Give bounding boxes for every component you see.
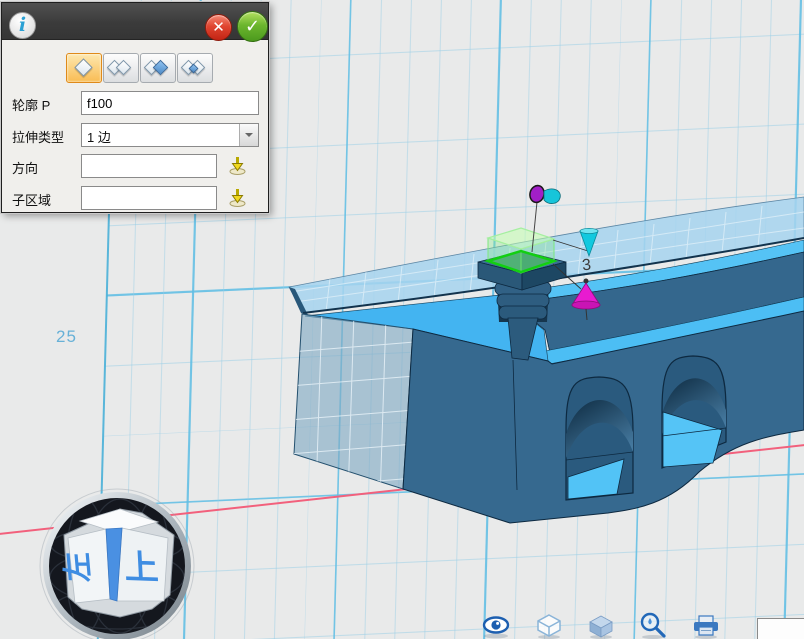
direction-input[interactable] [81, 154, 217, 178]
viewcube-front-label: 上 [123, 549, 159, 588]
chevron-down-icon[interactable] [239, 124, 258, 146]
mode-single-solid-button[interactable] [66, 53, 102, 83]
info-icon[interactable]: i [9, 12, 36, 39]
extrude-type-label: 拉伸类型 [12, 127, 64, 146]
extrude-type-value: 1 边 [87, 127, 111, 146]
pick-arrow-icon [227, 187, 248, 208]
cone-base [572, 301, 600, 309]
zoom-tool-icon[interactable] [638, 612, 668, 639]
pick-arrow-icon [227, 155, 248, 176]
profile-input[interactable] [81, 91, 259, 115]
corner-panel [757, 618, 804, 639]
display-shaded-icon[interactable] [586, 613, 616, 639]
direction-pick-button[interactable] [227, 155, 248, 176]
extrude-distance-label: 3 [581, 257, 592, 275]
dialog-titlebar[interactable]: i ✕ ✓ [2, 3, 268, 40]
subregion-input[interactable] [81, 186, 217, 210]
direction-label: 方向 [12, 158, 38, 177]
direction-row: 方向 [2, 154, 268, 178]
confirm-button[interactable]: ✓ [237, 11, 268, 42]
direction-handle-cyan[interactable] [544, 189, 560, 204]
subregion-row: 子区域 [2, 186, 268, 210]
subregion-label: 子区域 [12, 190, 51, 209]
diamond-icon-blue [153, 60, 169, 76]
boolean-mode-toolbar [66, 53, 213, 83]
mode-solid-inner-button[interactable] [177, 53, 213, 83]
diamond-icon [116, 60, 132, 76]
subregion-pick-button[interactable] [227, 187, 248, 208]
visibility-eye-icon[interactable] [480, 615, 512, 639]
cancel-button[interactable]: ✕ [205, 14, 232, 41]
print-tool-icon[interactable] [691, 614, 721, 639]
viewcube-left-label: 左 [61, 552, 97, 582]
profile-row: 轮廓 P [2, 91, 268, 115]
extrude-type-dropdown[interactable]: 1 边 [81, 123, 259, 147]
extrude-feature-dialog: i ✕ ✓ 轮廓 P [1, 2, 269, 213]
mode-solid-highlighted-button[interactable] [140, 53, 176, 83]
icon-shadow [642, 635, 664, 639]
extrude-arrow-cap [580, 228, 598, 233]
arch-opening-1[interactable] [566, 377, 633, 500]
mode-two-solids-button[interactable] [103, 53, 139, 83]
view-cube[interactable]: 前 左 上 [36, 485, 198, 639]
arch-opening-2[interactable] [662, 356, 726, 468]
display-wireframe-icon[interactable] [534, 613, 564, 639]
extrude-type-row: 拉伸类型 1 边 [2, 123, 268, 147]
profile-label: 轮廓 P [12, 95, 50, 114]
diamond-icon [74, 58, 92, 76]
cad-viewport: 25 [0, 0, 804, 639]
icon-shadow [484, 634, 508, 639]
rotate-handle-purple[interactable] [528, 184, 546, 204]
